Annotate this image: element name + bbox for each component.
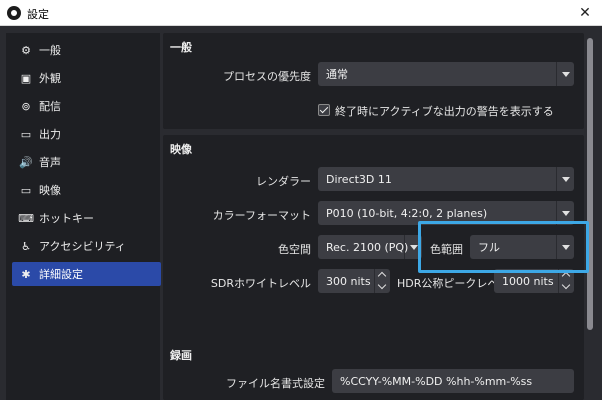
process-priority-label: プロセスの優先度 (223, 70, 311, 83)
sidebar-item-accessibility[interactable]: ♿ アクセシビリティ (12, 234, 161, 258)
advanced-settings-icon: ✱ (21, 267, 31, 281)
scrollbar-thumb[interactable] (587, 38, 593, 330)
sidebar-item-output[interactable]: ▭ 出力 (12, 122, 161, 146)
color-format-label: カラーフォーマット (212, 209, 311, 222)
color-space-select[interactable]: Rec. 2100 (PQ) (318, 235, 422, 259)
sidebar-item-label: 音声 (39, 156, 61, 169)
filename-format-input[interactable]: %CCYY-%MM-%DD %hh-%mm-%ss (332, 369, 574, 393)
chevron-up-icon[interactable] (375, 269, 390, 281)
monitor-icon: ▭ (20, 183, 32, 197)
process-priority-select[interactable]: 通常 (318, 62, 574, 86)
sidebar-item-video[interactable]: ▭ 映像 (12, 178, 161, 202)
sidebar-item-hotkeys[interactable]: ⌨ ホットキー (12, 206, 161, 230)
obs-logo-icon (7, 6, 21, 20)
color-format-select[interactable]: P010 (10-bit, 4:2:0, 2 planes) (318, 201, 574, 225)
window-title: 設定 (27, 8, 49, 21)
output-icon: ▭ (20, 127, 32, 141)
sidebar-item-label: 詳細設定 (39, 268, 83, 281)
chevron-up-icon[interactable] (559, 269, 574, 281)
color-range-select[interactable]: フル (470, 235, 574, 259)
renderer-value: Direct3D 11 (326, 172, 392, 186)
sdr-white-level-spinbox[interactable]: 300 nits (318, 269, 390, 293)
keyboard-icon: ⌨ (18, 211, 34, 225)
gear-icon: ⚙ (21, 43, 31, 57)
appearance-icon: ▣ (20, 71, 32, 85)
sdr-white-level-value: 300 nits (326, 274, 371, 288)
content-scrollbar[interactable] (584, 33, 596, 400)
warn-on-exit-checkbox[interactable] (318, 104, 330, 116)
video-group: 映像 レンダラー Direct3D 11 カラーフォーマット P010 (10-… (163, 135, 584, 367)
sidebar-item-label: ホットキー (39, 212, 94, 225)
chevron-down-icon (404, 235, 422, 259)
broadcast-icon: ⊚ (21, 99, 31, 113)
color-range-value: フル (478, 241, 500, 254)
chevron-down-icon (556, 201, 574, 225)
sidebar-item-label: アクセシビリティ (39, 240, 126, 253)
sidebar-item-label: 一般 (39, 44, 61, 57)
warn-on-exit-label: 終了時にアクティブな出力の警告を表示する (335, 105, 554, 118)
settings-content: 一般 プロセスの優先度 通常 終了時にアクティブな出力の警告を表示する 映像 レ… (163, 33, 584, 400)
recording-group: 録画 ファイル名書式設定 %CCYY-%MM-%DD %hh-%mm-%ss (163, 341, 584, 400)
speaker-icon: 🔊 (19, 155, 33, 169)
sdr-white-level-label: SDRホワイトレベル (210, 277, 311, 290)
chevron-down-icon (556, 62, 574, 86)
hdr-peak-level-spinbox[interactable]: 1000 nits (494, 269, 574, 293)
sidebar-item-appearance[interactable]: ▣ 外観 (12, 66, 161, 90)
renderer-label: レンダラー (256, 175, 311, 188)
filename-format-label: ファイル名書式設定 (226, 377, 325, 390)
group-title-video: 映像 (170, 143, 192, 156)
chevron-down-icon (556, 167, 574, 191)
group-title-recording: 録画 (170, 349, 192, 362)
sidebar-item-audio[interactable]: 🔊 音声 (12, 150, 161, 174)
chevron-down-icon[interactable] (559, 281, 574, 293)
color-format-value: P010 (10-bit, 4:2:0, 2 planes) (326, 206, 488, 220)
process-priority-value: 通常 (326, 68, 348, 81)
renderer-select[interactable]: Direct3D 11 (318, 167, 574, 191)
sidebar-item-label: 映像 (39, 184, 61, 197)
sidebar-item-label: 配信 (39, 100, 61, 113)
sidebar-item-general[interactable]: ⚙ 一般 (12, 38, 161, 62)
sidebar-item-stream[interactable]: ⊚ 配信 (12, 94, 161, 118)
color-space-value: Rec. 2100 (PQ) (326, 240, 409, 254)
hdr-peak-level-value: 1000 nits (502, 274, 554, 288)
filename-format-value: %CCYY-%MM-%DD %hh-%mm-%ss (340, 374, 533, 388)
accessibility-icon: ♿ (21, 239, 31, 253)
settings-sidebar: ⚙ 一般 ▣ 外観 ⊚ 配信 ▭ 出力 🔊 音声 ▭ 映像 ⌨ ホットキー ♿ … (6, 33, 161, 400)
sidebar-item-label: 外観 (39, 72, 61, 85)
chevron-down-icon[interactable] (375, 281, 390, 293)
sidebar-item-advanced[interactable]: ✱ 詳細設定 (12, 262, 161, 286)
title-bar: 設定 ✕ (0, 0, 602, 26)
sidebar-item-label: 出力 (39, 128, 61, 141)
chevron-down-icon (556, 235, 574, 259)
group-title-general: 一般 (170, 41, 192, 54)
close-button[interactable]: ✕ (574, 2, 596, 24)
general-group: 一般 プロセスの優先度 通常 終了時にアクティブな出力の警告を表示する (163, 33, 584, 129)
color-space-label: 色空間 (278, 243, 311, 256)
hdr-peak-level-label: HDR公称ピークレベル (397, 277, 510, 290)
color-range-label: 色範囲 (430, 243, 463, 256)
